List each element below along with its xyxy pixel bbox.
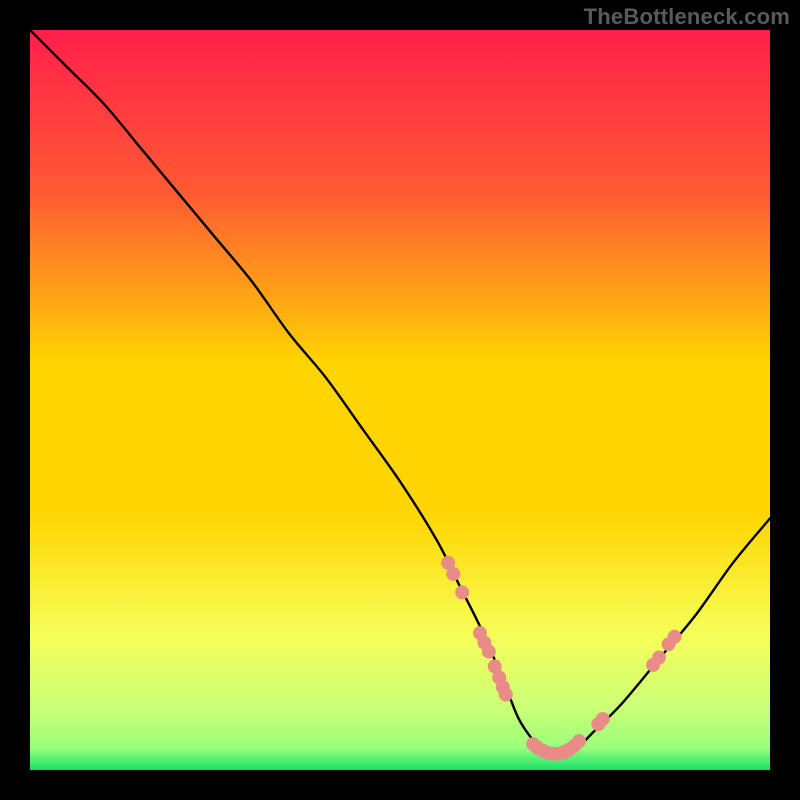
plot-area — [30, 30, 770, 770]
highlight-dot — [455, 585, 469, 599]
watermark-text: TheBottleneck.com — [584, 4, 790, 30]
highlight-dot — [499, 688, 513, 702]
chart-svg — [30, 30, 770, 770]
highlight-dot — [482, 645, 496, 659]
highlight-dot — [668, 630, 682, 644]
highlight-dot — [596, 712, 610, 726]
chart-container: TheBottleneck.com — [0, 0, 800, 800]
highlight-dot — [652, 651, 666, 665]
highlight-dot — [446, 567, 460, 581]
highlight-dot — [572, 734, 586, 748]
plot-frame — [30, 30, 770, 770]
